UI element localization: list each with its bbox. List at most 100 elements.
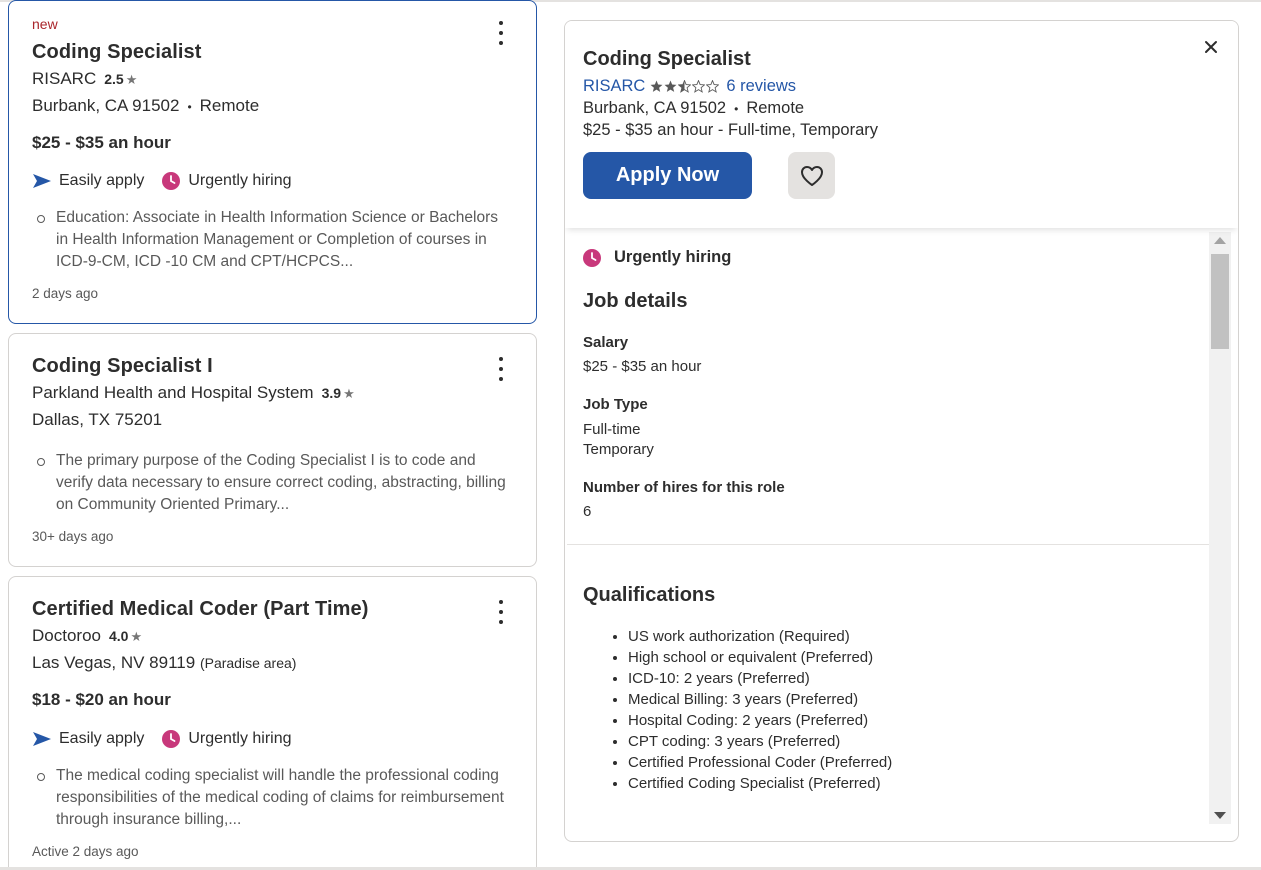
easily-apply-text: Easily apply <box>59 172 145 189</box>
job-snippet: The primary purpose of the Coding Specia… <box>32 450 512 516</box>
company-label: Doctoroo <box>32 626 101 645</box>
qualification-item: Certified Professional Coder (Preferred) <box>628 752 892 773</box>
job-type-full-time: Full-time <box>583 421 641 438</box>
save-job-button[interactable] <box>788 152 835 199</box>
job-title[interactable]: Certified Medical Coder (Part Time) <box>32 598 369 621</box>
posted-date: Active 2 days ago <box>32 844 139 859</box>
star-empty-icon <box>692 80 706 93</box>
job-type-text: - Full-time, Temporary <box>713 121 879 139</box>
qualification-item: ICD-10: 2 years (Preferred) <box>628 668 892 689</box>
urgently-hiring-text: Urgently hiring <box>614 248 732 266</box>
job-type-label: Job Type <box>583 396 648 413</box>
urgently-hiring-badge: Urgently hiring <box>162 730 292 748</box>
job-location: Burbank, CA 91502 • Remote <box>32 96 259 116</box>
remote-text: Remote <box>746 99 805 117</box>
new-badge: new <box>32 16 58 32</box>
job-card[interactable]: new Coding Specialist RISARC 2.5 ★ Burbank… <box>8 0 537 324</box>
job-type-value: Full-time Temporary <box>583 420 654 460</box>
easily-apply-badge: Easily apply <box>32 730 144 748</box>
company-rating: 2.5 <box>104 71 124 87</box>
job-details-heading: Job details <box>583 290 688 312</box>
company-name: Doctoroo 4.0 ★ <box>32 626 142 646</box>
job-snippet: Education: Associate in Health Informati… <box>32 207 512 273</box>
qualification-item: US work authorization (Required) <box>628 626 892 647</box>
job-location: Las Vegas, NV 89119 (Paradise area) <box>32 653 296 673</box>
salary-value: $25 - $35 an hour <box>583 358 702 375</box>
star-icon: ★ <box>343 386 355 401</box>
qualification-item: Certified Coding Specialist (Preferred) <box>628 773 892 794</box>
job-badges: Easily apply Urgently hiring <box>32 730 310 748</box>
urgently-hiring-text: Urgently hiring <box>188 730 292 747</box>
star-icon: ★ <box>125 72 138 87</box>
heart-icon <box>800 165 823 186</box>
job-badges: Easily apply Urgently hiring <box>32 172 310 190</box>
detail-header: Coding Specialist RISARC 6 reviews Burba… <box>565 21 1238 228</box>
company-label: RISARC <box>32 69 97 88</box>
send-arrow-icon <box>33 732 51 746</box>
star-full-icon <box>664 80 677 92</box>
salary-text: $25 - $35 an hour <box>583 121 714 139</box>
star-icon: ★ <box>130 629 143 644</box>
company-name: Parkland Health and Hospital System 3.9 ★ <box>32 383 355 403</box>
job-salary: $25 - $35 an hour <box>32 133 171 152</box>
job-title[interactable]: Coding Specialist <box>32 41 202 64</box>
detail-company: RISARC 6 reviews <box>583 77 796 96</box>
scrollbar-thumb[interactable] <box>1211 254 1229 349</box>
close-icon[interactable] <box>1202 38 1220 56</box>
easily-apply-text: Easily apply <box>59 730 145 747</box>
reviews-link[interactable]: 6 reviews <box>726 77 796 96</box>
job-snippet: The medical coding specialist will handl… <box>32 765 512 831</box>
company-label: Parkland Health and Hospital System <box>32 383 314 402</box>
company-rating: 3.9 <box>321 385 342 401</box>
company-rating: 4.0 <box>108 628 129 644</box>
star-full-icon <box>650 80 663 92</box>
scroll-down-icon[interactable] <box>1214 812 1226 819</box>
location-text: Burbank, CA 91502 <box>32 96 180 115</box>
clock-icon <box>583 248 601 267</box>
hires-label: Number of hires for this role <box>583 479 785 496</box>
qualification-item: High school or equivalent (Preferred) <box>628 647 892 668</box>
qualifications-list: US work authorization (Required) High sc… <box>610 626 892 794</box>
star-rating <box>650 80 720 93</box>
detail-scrollbar[interactable] <box>1209 232 1231 824</box>
qualification-item: CPT coding: 3 years (Preferred) <box>628 731 892 752</box>
remote-text: Remote <box>199 96 260 115</box>
star-empty-icon <box>706 80 720 93</box>
star-half-icon <box>678 80 692 93</box>
urgently-hiring-text: Urgently hiring <box>188 172 292 189</box>
urgently-hiring-badge: Urgently hiring <box>583 248 731 267</box>
job-card[interactable]: Coding Specialist I Parkland Health and … <box>8 333 537 567</box>
detail-job-title: Coding Specialist <box>583 48 751 70</box>
company-link[interactable]: RISARC <box>583 77 645 96</box>
location-text: Burbank, CA 91502 <box>583 99 727 117</box>
more-options-icon[interactable] <box>494 357 508 381</box>
send-arrow-icon <box>33 174 51 188</box>
detail-salary-type: $25 - $35 an hour - Full-time, Temporary <box>583 121 878 140</box>
separator-dot: • <box>734 102 739 116</box>
location-text: Dallas, TX 75201 <box>32 410 163 429</box>
job-detail-panel: Coding Specialist RISARC 6 reviews Burba… <box>564 20 1239 842</box>
clock-icon <box>162 172 181 190</box>
job-type-temporary: Temporary <box>583 441 654 458</box>
posted-date: 30+ days ago <box>32 529 114 544</box>
location-text: Las Vegas, NV 89119 <box>32 653 196 672</box>
qualification-item: Hospital Coding: 2 years (Preferred) <box>628 710 892 731</box>
more-options-icon[interactable] <box>494 600 508 624</box>
scroll-up-icon[interactable] <box>1214 237 1226 244</box>
company-name: RISARC 2.5 ★ <box>32 69 137 89</box>
job-salary: $18 - $20 an hour <box>32 690 171 709</box>
qualifications-heading: Qualifications <box>583 584 716 606</box>
detail-location: Burbank, CA 91502 • Remote <box>583 99 804 118</box>
job-card[interactable]: Certified Medical Coder (Part Time) Doct… <box>8 576 537 870</box>
apply-now-button[interactable]: Apply Now <box>583 152 752 199</box>
clock-icon <box>162 730 181 748</box>
location-area: (Paradise area) <box>199 655 297 671</box>
easily-apply-badge: Easily apply <box>32 172 144 190</box>
separator-dot: • <box>187 100 192 114</box>
qualification-item: Medical Billing: 3 years (Preferred) <box>628 689 892 710</box>
job-title[interactable]: Coding Specialist I <box>32 355 213 378</box>
section-divider <box>567 544 1211 545</box>
posted-date: 2 days ago <box>32 286 99 301</box>
more-options-icon[interactable] <box>494 21 508 45</box>
urgently-hiring-badge: Urgently hiring <box>162 172 292 190</box>
